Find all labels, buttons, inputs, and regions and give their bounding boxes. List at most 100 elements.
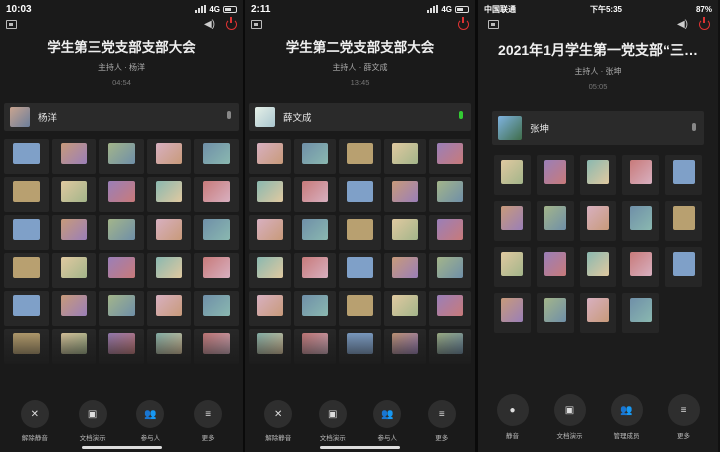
participant-tile[interactable]: [579, 293, 617, 333]
participant-tile[interactable]: [622, 247, 660, 287]
participant-tile[interactable]: [536, 293, 574, 333]
more-menu-button[interactable]: ≡ 更多: [186, 400, 230, 442]
participant-tile[interactable]: [384, 177, 426, 212]
participants-button[interactable]: 👥 参与人: [128, 400, 172, 442]
participant-tile[interactable]: [146, 177, 192, 212]
participant-tile[interactable]: [294, 215, 336, 250]
active-speaker[interactable]: 张坤: [492, 111, 704, 145]
active-speaker[interactable]: 薛文成: [249, 103, 471, 131]
participant-tile[interactable]: [194, 139, 239, 174]
mic-off-button[interactable]: ✕ 解除静音: [13, 400, 57, 442]
participant-tile[interactable]: [665, 247, 702, 287]
participant-tile[interactable]: [99, 177, 144, 212]
participant-tile[interactable]: [194, 215, 239, 250]
participant-tile[interactable]: [194, 253, 239, 288]
participant-tile[interactable]: [294, 139, 336, 174]
participant-tile[interactable]: [536, 247, 574, 287]
participant-tile[interactable]: [294, 177, 336, 212]
participant-tile[interactable]: [384, 139, 426, 174]
home-indicator[interactable]: [81, 446, 162, 449]
active-speaker[interactable]: 杨洋: [4, 103, 239, 131]
participant-thumbnail: [629, 297, 652, 322]
participant-tile[interactable]: [51, 291, 97, 326]
participant-tile[interactable]: [249, 291, 291, 326]
participant-tile[interactable]: [51, 139, 97, 174]
participant-tile[interactable]: [4, 139, 49, 174]
more-menu-button[interactable]: ≡ 更多: [420, 400, 464, 442]
participant-tile[interactable]: [384, 253, 426, 288]
participant-tile[interactable]: [429, 177, 471, 212]
participant-tile[interactable]: [494, 293, 531, 333]
participant-tile[interactable]: [4, 291, 49, 326]
participant-tile[interactable]: [339, 291, 381, 326]
participant-tile[interactable]: [249, 139, 291, 174]
share-folder-button[interactable]: ▣ 文档演示: [71, 400, 115, 442]
participant-tile[interactable]: [249, 253, 291, 288]
participant-tile[interactable]: [194, 177, 239, 212]
avatar: [255, 107, 275, 127]
participant-tile[interactable]: [429, 139, 471, 174]
participant-tile[interactable]: [4, 177, 49, 212]
participant-tile[interactable]: [51, 177, 97, 212]
participant-tile[interactable]: [494, 201, 531, 241]
participants-button[interactable]: 👥 参与人: [365, 400, 409, 442]
leave-meeting-icon[interactable]: [699, 17, 710, 30]
participant-tile[interactable]: [294, 291, 336, 326]
speaker-icon[interactable]: ◀): [204, 19, 215, 30]
participant-tile[interactable]: [249, 177, 291, 212]
participant-tile[interactable]: [146, 253, 192, 288]
more-menu-button[interactable]: ≡ 更多: [662, 394, 706, 440]
participant-thumbnail: [347, 256, 373, 278]
leave-meeting-icon[interactable]: [226, 17, 237, 30]
participant-tile[interactable]: [579, 247, 617, 287]
participant-tile[interactable]: [249, 215, 291, 250]
share-folder-button[interactable]: ▣ 文档演示: [548, 394, 592, 440]
participant-tile[interactable]: [99, 139, 144, 174]
participant-tile[interactable]: [384, 215, 426, 250]
participant-tile[interactable]: [579, 201, 617, 241]
mic-off-button[interactable]: ✕ 解除静音: [256, 400, 300, 442]
participant-tile[interactable]: [51, 253, 97, 288]
participant-tile[interactable]: [494, 155, 531, 195]
participant-tile[interactable]: [146, 139, 192, 174]
participant-tile[interactable]: [429, 215, 471, 250]
share-folder-button[interactable]: ▣ 文档演示: [311, 400, 355, 442]
avatar: [498, 116, 522, 140]
participant-tile[interactable]: [339, 253, 381, 288]
participant-tile[interactable]: [4, 253, 49, 288]
speaker-icon[interactable]: ◀): [677, 19, 688, 30]
participant-thumbnail: [257, 180, 283, 202]
manage-members-button[interactable]: 👥 管理成员: [605, 394, 649, 440]
participant-thumbnail: [347, 218, 373, 240]
participant-tile[interactable]: [536, 155, 574, 195]
participant-tile[interactable]: [622, 155, 660, 195]
participant-tile[interactable]: [4, 215, 49, 250]
participant-tile[interactable]: [384, 291, 426, 326]
home-indicator[interactable]: [320, 446, 400, 449]
participant-tile[interactable]: [429, 291, 471, 326]
participant-tile[interactable]: [579, 155, 617, 195]
minimize-window-icon[interactable]: [488, 20, 499, 29]
leave-meeting-icon[interactable]: [458, 17, 469, 30]
participant-tile[interactable]: [494, 247, 531, 287]
participant-tile[interactable]: [294, 253, 336, 288]
mic-button[interactable]: ● 静音: [491, 394, 535, 440]
participant-tile[interactable]: [622, 201, 660, 241]
participant-tile[interactable]: [339, 139, 381, 174]
participant-tile[interactable]: [51, 215, 97, 250]
participant-tile[interactable]: [99, 253, 144, 288]
minimize-window-icon[interactable]: [251, 20, 262, 29]
participant-tile[interactable]: [194, 291, 239, 326]
participant-tile[interactable]: [146, 215, 192, 250]
minimize-window-icon[interactable]: [6, 20, 17, 29]
participant-tile[interactable]: [536, 201, 574, 241]
participant-tile[interactable]: [665, 201, 702, 241]
participant-tile[interactable]: [146, 291, 192, 326]
participant-tile[interactable]: [99, 215, 144, 250]
participant-tile[interactable]: [429, 253, 471, 288]
participant-tile[interactable]: [339, 215, 381, 250]
participant-tile[interactable]: [665, 155, 702, 195]
participant-tile[interactable]: [99, 291, 144, 326]
participant-tile[interactable]: [622, 293, 660, 333]
participant-tile[interactable]: [339, 177, 381, 212]
